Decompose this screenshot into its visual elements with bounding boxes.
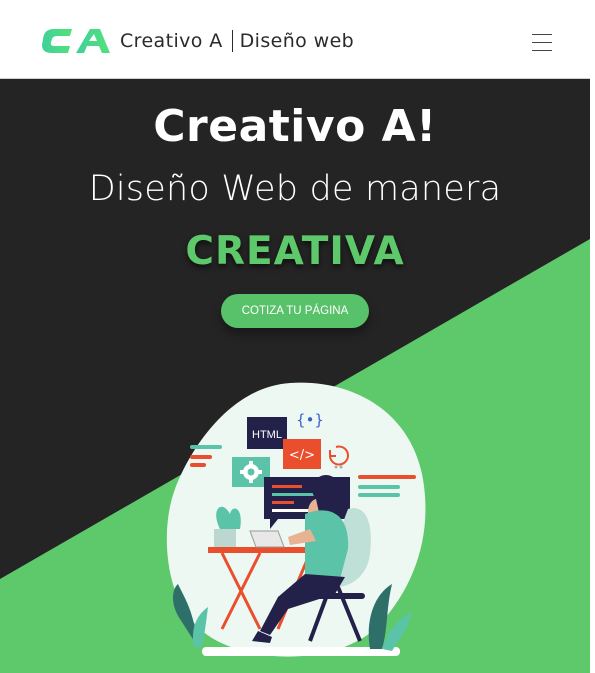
code-icon: </> [289, 448, 315, 463]
braces-icon: {•} [296, 411, 324, 429]
hero-highlight: CREATIVA [185, 229, 405, 274]
hero-section: Creativo A! Diseño Web de manera CREATIV… [0, 79, 590, 673]
navbar: CA Creativo A Diseño web [0, 0, 590, 79]
web-developer-illustration: HTML {•} </> [166, 382, 426, 657]
brand-divider [231, 30, 233, 52]
brand-name: Creativo A [120, 30, 223, 52]
html-tag-text: HTML [252, 429, 282, 441]
brand-tagline: Diseño web [239, 30, 355, 52]
brand-logo-text: CA [42, 27, 44, 28]
hero-subtitle: Diseño Web de manera [88, 169, 502, 209]
quote-cta-button[interactable]: COTIZA TU PÁGINA [221, 294, 369, 328]
hamburger-menu-icon[interactable] [530, 30, 554, 54]
brand-logo: CA [42, 27, 110, 53]
brand[interactable]: CA Creativo A Diseño web [42, 27, 354, 55]
hero-title: Creativo A! [153, 101, 437, 152]
